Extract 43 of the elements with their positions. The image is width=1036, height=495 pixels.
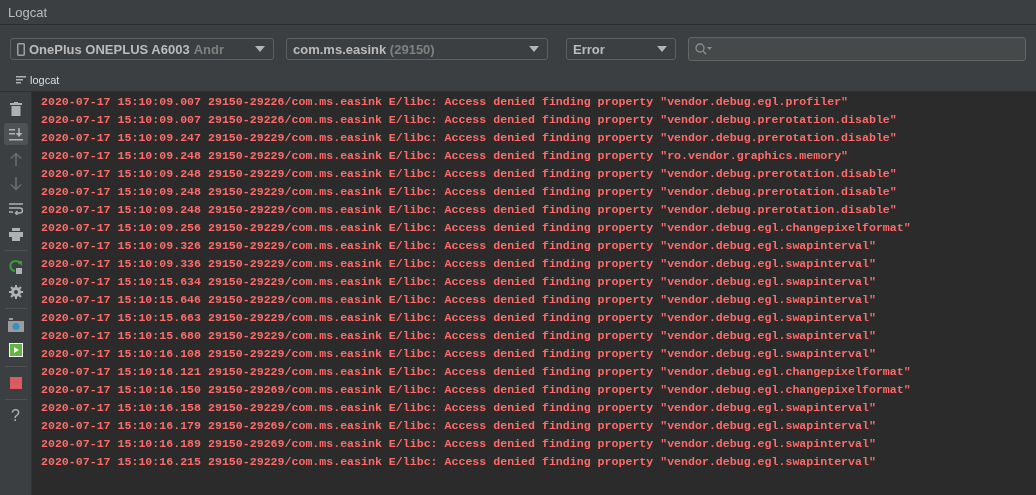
soft-wrap-icon[interactable]	[8, 203, 23, 215]
log-line: 2020-07-17 15:10:16.189 29150-29269/com.ms.easink E/libc: Access denied finding property "vendor.debug.egl.swapinterval"	[41, 436, 877, 452]
log-line: 2020-07-17 15:10:15.680 29150-29229/com.ms.easink E/libc: Access denied finding property "vendor.debug.egl.swapinterval"	[41, 328, 877, 344]
process-dropdown[interactable]: com.ms.easink (29150)	[286, 38, 548, 60]
log-line: 2020-07-17 15:10:16.121 29150-29229/com.ms.easink E/libc: Access denied finding property "vendor.debug.egl.changepixelformat"	[41, 364, 912, 380]
log-line: 2020-07-17 15:10:16.108 29150-29229/com.ms.easink E/libc: Access denied finding property "vendor.debug.egl.swapinterval"	[41, 346, 877, 362]
caret-icon	[529, 46, 539, 52]
caret-icon	[255, 46, 265, 52]
restart-icon[interactable]	[8, 260, 23, 274]
scroll-to-end-icon[interactable]	[8, 127, 23, 141]
camera-icon[interactable]	[7, 318, 24, 332]
log-line: 2020-07-17 15:10:09.248 29150-29229/com.ms.easink E/libc: Access denied finding property "vendor.debug.prerotation.disable"	[41, 166, 898, 182]
log-line: 2020-07-17 15:10:09.248 29150-29229/com.ms.easink E/libc: Access denied finding property "vendor.debug.prerotation.disable"	[41, 202, 898, 218]
log-level-dropdown[interactable]: Error	[566, 38, 676, 60]
log-line: 2020-07-17 15:10:09.336 29150-29229/com.ms.easink E/libc: Access denied finding property "vendor.debug.egl.swapinterval"	[41, 256, 877, 272]
search-field[interactable]	[688, 37, 1026, 61]
log-line: 2020-07-17 15:10:09.248 29150-29229/com.ms.easink E/libc: Access denied finding property "vendor.debug.prerotation.disable"	[41, 184, 898, 200]
stop-icon[interactable]	[9, 377, 22, 389]
device-dropdown[interactable]: OnePlus ONEPLUS A6003 Andr	[10, 38, 274, 60]
settings-icon[interactable]	[8, 285, 23, 299]
log-line: 2020-07-17 15:10:09.248 29150-29229/com.ms.easink E/libc: Access denied finding property "ro.vendor.graphics.memory"	[41, 148, 850, 164]
help-button[interactable]: ?	[11, 407, 20, 425]
caret-icon	[657, 46, 667, 52]
panel-title: Logcat	[7, 4, 48, 20]
trash-icon[interactable]	[9, 102, 22, 116]
log-line: 2020-07-17 15:10:09.256 29150-29229/com.ms.easink E/libc: Access denied finding property "vendor.debug.egl.changepixelformat"	[41, 220, 912, 236]
screen-record-icon[interactable]	[8, 343, 23, 357]
logcat-tab[interactable]: logcat	[14, 72, 62, 88]
log-line: 2020-07-17 15:10:15.646 29150-29229/com.ms.easink E/libc: Access denied finding property "vendor.debug.egl.swapinterval"	[41, 292, 877, 308]
log-line: 2020-07-17 15:10:09.326 29150-29229/com.ms.easink E/libc: Access denied finding property "vendor.debug.egl.swapinterval"	[41, 238, 877, 254]
log-line: 2020-07-17 15:10:16.150 29150-29269/com.ms.easink E/libc: Access denied finding property "vendor.debug.egl.changepixelformat"	[41, 382, 912, 398]
log-line: 2020-07-17 15:10:09.007 29150-29226/com.ms.easink E/libc: Access denied finding property "vendor.debug.prerotation.disable"	[41, 112, 898, 128]
phone-icon	[17, 42, 25, 56]
search-icon	[695, 43, 712, 55]
log-line: 2020-07-17 15:10:15.634 29150-29229/com.ms.easink E/libc: Access denied finding property "vendor.debug.egl.swapinterval"	[41, 274, 877, 290]
log-line: 2020-07-17 15:10:09.007 29150-29226/com.ms.easink E/libc: Access denied finding property "vendor.debug.egl.profiler"	[41, 94, 850, 110]
log-line: 2020-07-17 15:10:16.179 29150-29269/com.ms.easink E/libc: Access denied finding property "vendor.debug.egl.swapinterval"	[41, 418, 877, 434]
lines-icon	[16, 76, 26, 84]
log-line: 2020-07-17 15:10:15.663 29150-29229/com.ms.easink E/libc: Access denied finding property "vendor.debug.egl.swapinterval"	[41, 310, 877, 326]
log-line: 2020-07-17 15:10:09.247 29150-29229/com.ms.easink E/libc: Access denied finding property "vendor.debug.prerotation.disable"	[41, 130, 898, 146]
log-line: 2020-07-17 15:10:16.158 29150-29229/com.ms.easink E/libc: Access denied finding property "vendor.debug.egl.swapinterval"	[41, 400, 877, 416]
log-line: 2020-07-17 15:10:16.215 29150-29229/com.ms.easink E/libc: Access denied finding property "vendor.debug.egl.swapinterval"	[41, 454, 877, 470]
printer-icon[interactable]	[8, 227, 23, 241]
